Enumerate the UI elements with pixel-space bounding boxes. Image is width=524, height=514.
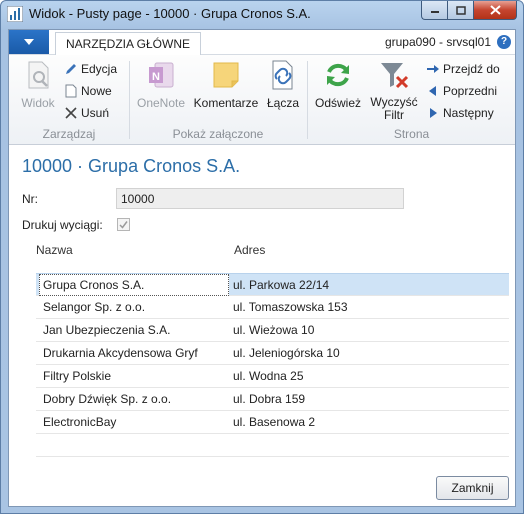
refresh-label: Odśwież <box>314 96 361 110</box>
close-icon <box>489 5 501 15</box>
cell-name: Selangor Sp. z o.o. <box>43 300 146 314</box>
links-button[interactable]: Łącza <box>264 59 302 110</box>
application-menu-button[interactable] <box>9 30 49 54</box>
goto-button[interactable]: Przejdź do <box>426 59 500 79</box>
pencil-icon <box>66 64 76 74</box>
cell-address: ul. Parkowa 22/14 <box>233 278 330 292</box>
minimize-icon <box>430 11 439 13</box>
tab-home[interactable]: NARZĘDZIA GŁÓWNE <box>55 32 202 56</box>
group-label-page: Strona <box>393 127 430 141</box>
ribbon-tab-row: NARZĘDZIA GŁÓWNE grupa090 - srvsql01 ? <box>9 30 515 56</box>
refresh-icon <box>327 63 349 87</box>
table-row[interactable]: Drukarnia Akcydensowa Gryf ul. Jeleniogó… <box>36 342 509 365</box>
cell-name: Drukarnia Akcydensowa Gryf <box>43 346 198 360</box>
chevron-down-icon <box>24 39 34 45</box>
cell-name: ElectronicBay <box>43 415 117 429</box>
cell-address: ul. Basenowa 2 <box>233 415 316 429</box>
clear-filter-label-line2: Filtr <box>384 108 404 122</box>
link-icon <box>272 60 293 90</box>
maximize-button[interactable] <box>447 1 473 20</box>
svg-text:N: N <box>152 71 160 83</box>
contacts-table: Nazwa Adres Grupa Cronos S.A. ul. Parkow… <box>36 234 509 464</box>
column-header-address[interactable]: Adres <box>234 243 265 257</box>
help-icon[interactable]: ? <box>497 35 511 49</box>
checkmark-icon <box>119 221 128 229</box>
print-statements-label: Drukuj wyciągi: <box>22 218 103 232</box>
next-label: Następny <box>443 106 494 120</box>
table-row[interactable]: Dobry Dźwięk Sp. z o.o. ul. Dobra 159 <box>36 388 509 411</box>
ribbon-group-manage: Widok Edycja Nowe Usuń Zarządzaj <box>9 55 129 145</box>
view-icon <box>28 61 49 89</box>
title-bar[interactable]: Widok - Pusty page - 10000 · Grupa Crono… <box>1 1 523 27</box>
triangle-left-icon <box>429 86 436 96</box>
window-title: Widok - Pusty page - 10000 · Grupa Crono… <box>29 6 311 21</box>
ribbon: Widok Edycja Nowe Usuń Zarządzaj N OneNo… <box>9 55 515 145</box>
server-label: grupa090 - srvsql01 <box>384 35 491 49</box>
cell-name: Jan Ubezpieczenia S.A. <box>43 323 171 337</box>
table-row[interactable]: Grupa Cronos S.A. ul. Parkowa 22/14 <box>36 273 509 296</box>
previous-label: Poprzedni <box>443 84 498 98</box>
new-button[interactable]: Nowe <box>64 81 112 101</box>
window-controls <box>421 1 517 20</box>
table-row[interactable]: Filtry Polskie ul. Wodna 25 <box>36 365 509 388</box>
clear-filter-button[interactable]: Wyczyść Filtr <box>368 59 420 122</box>
onenote-label: OneNote <box>136 96 186 110</box>
empty-row[interactable] <box>36 434 509 457</box>
group-label-manage: Zarządzaj <box>42 127 96 141</box>
delete-button[interactable]: Usuń <box>64 103 109 123</box>
ribbon-group-page: Odśwież Wyczyść Filtr Przejdź do Poprzed… <box>308 55 515 145</box>
edit-button[interactable]: Edycja <box>64 59 117 79</box>
new-document-icon <box>65 84 77 98</box>
delete-x-icon <box>65 107 77 119</box>
cell-address: ul. Dobra 159 <box>233 392 306 406</box>
cell-name: Filtry Polskie <box>43 369 112 383</box>
close-window-button[interactable] <box>473 1 517 20</box>
view-button[interactable]: Widok <box>15 59 61 110</box>
cell-address: ul. Tomaszowska 153 <box>233 300 348 314</box>
ribbon-group-attached: N OneNote Komentarze Łącza Pokaż załączo… <box>130 55 306 145</box>
links-label: Łącza <box>266 96 300 110</box>
arrow-right-icon <box>427 65 439 73</box>
application-window: Widok - Pusty page - 10000 · Grupa Crono… <box>0 0 524 514</box>
nr-label: Nr: <box>22 192 38 206</box>
refresh-button[interactable]: Odśwież <box>312 59 364 110</box>
delete-label: Usuń <box>81 106 110 120</box>
maximize-icon <box>455 5 466 15</box>
triangle-right-icon <box>430 108 437 118</box>
previous-button[interactable]: Poprzedni <box>426 81 497 101</box>
page-title: 10000 · Grupa Cronos S.A. <box>22 156 241 176</box>
new-label: Nowe <box>81 84 112 98</box>
edit-label: Edycja <box>81 62 118 76</box>
cell-address: ul. Wodna 25 <box>233 369 304 383</box>
close-button[interactable]: Zamknij <box>436 476 509 500</box>
onenote-button[interactable]: N OneNote <box>134 59 188 110</box>
table-row[interactable]: Selangor Sp. z o.o. ul. Tomaszowska 153 <box>36 296 509 319</box>
note-icon <box>213 62 239 88</box>
column-header-name[interactable]: Nazwa <box>36 243 73 257</box>
notes-label: Komentarze <box>193 96 259 110</box>
next-button[interactable]: Następny <box>426 103 494 123</box>
group-label-attached: Pokaż załączone <box>172 127 264 141</box>
goto-label: Przejdź do <box>443 62 500 76</box>
table-row[interactable]: ElectronicBay ul. Basenowa 2 <box>36 411 509 434</box>
table-header: Nazwa Adres <box>36 234 509 264</box>
page-client-area: NARZĘDZIA GŁÓWNE grupa090 - srvsql01 ? W… <box>8 29 516 507</box>
clear-filter-icon <box>381 63 409 89</box>
view-label: Widok <box>21 96 55 110</box>
notes-button[interactable]: Komentarze <box>192 59 260 110</box>
onenote-icon: N <box>149 62 174 88</box>
table-row[interactable]: Jan Ubezpieczenia S.A. ul. Wieżowa 10 <box>36 319 509 342</box>
cell-address: ul. Wieżowa 10 <box>233 323 315 337</box>
app-icon <box>6 5 24 23</box>
cell-address: ul. Jeleniogórska 10 <box>233 346 340 360</box>
cell-name: Dobry Dźwięk Sp. z o.o. <box>43 392 172 406</box>
nr-field[interactable]: 10000 <box>116 188 404 209</box>
print-statements-checkbox[interactable] <box>117 218 130 231</box>
cell-name: Grupa Cronos S.A. <box>43 278 145 292</box>
minimize-button[interactable] <box>421 1 447 20</box>
